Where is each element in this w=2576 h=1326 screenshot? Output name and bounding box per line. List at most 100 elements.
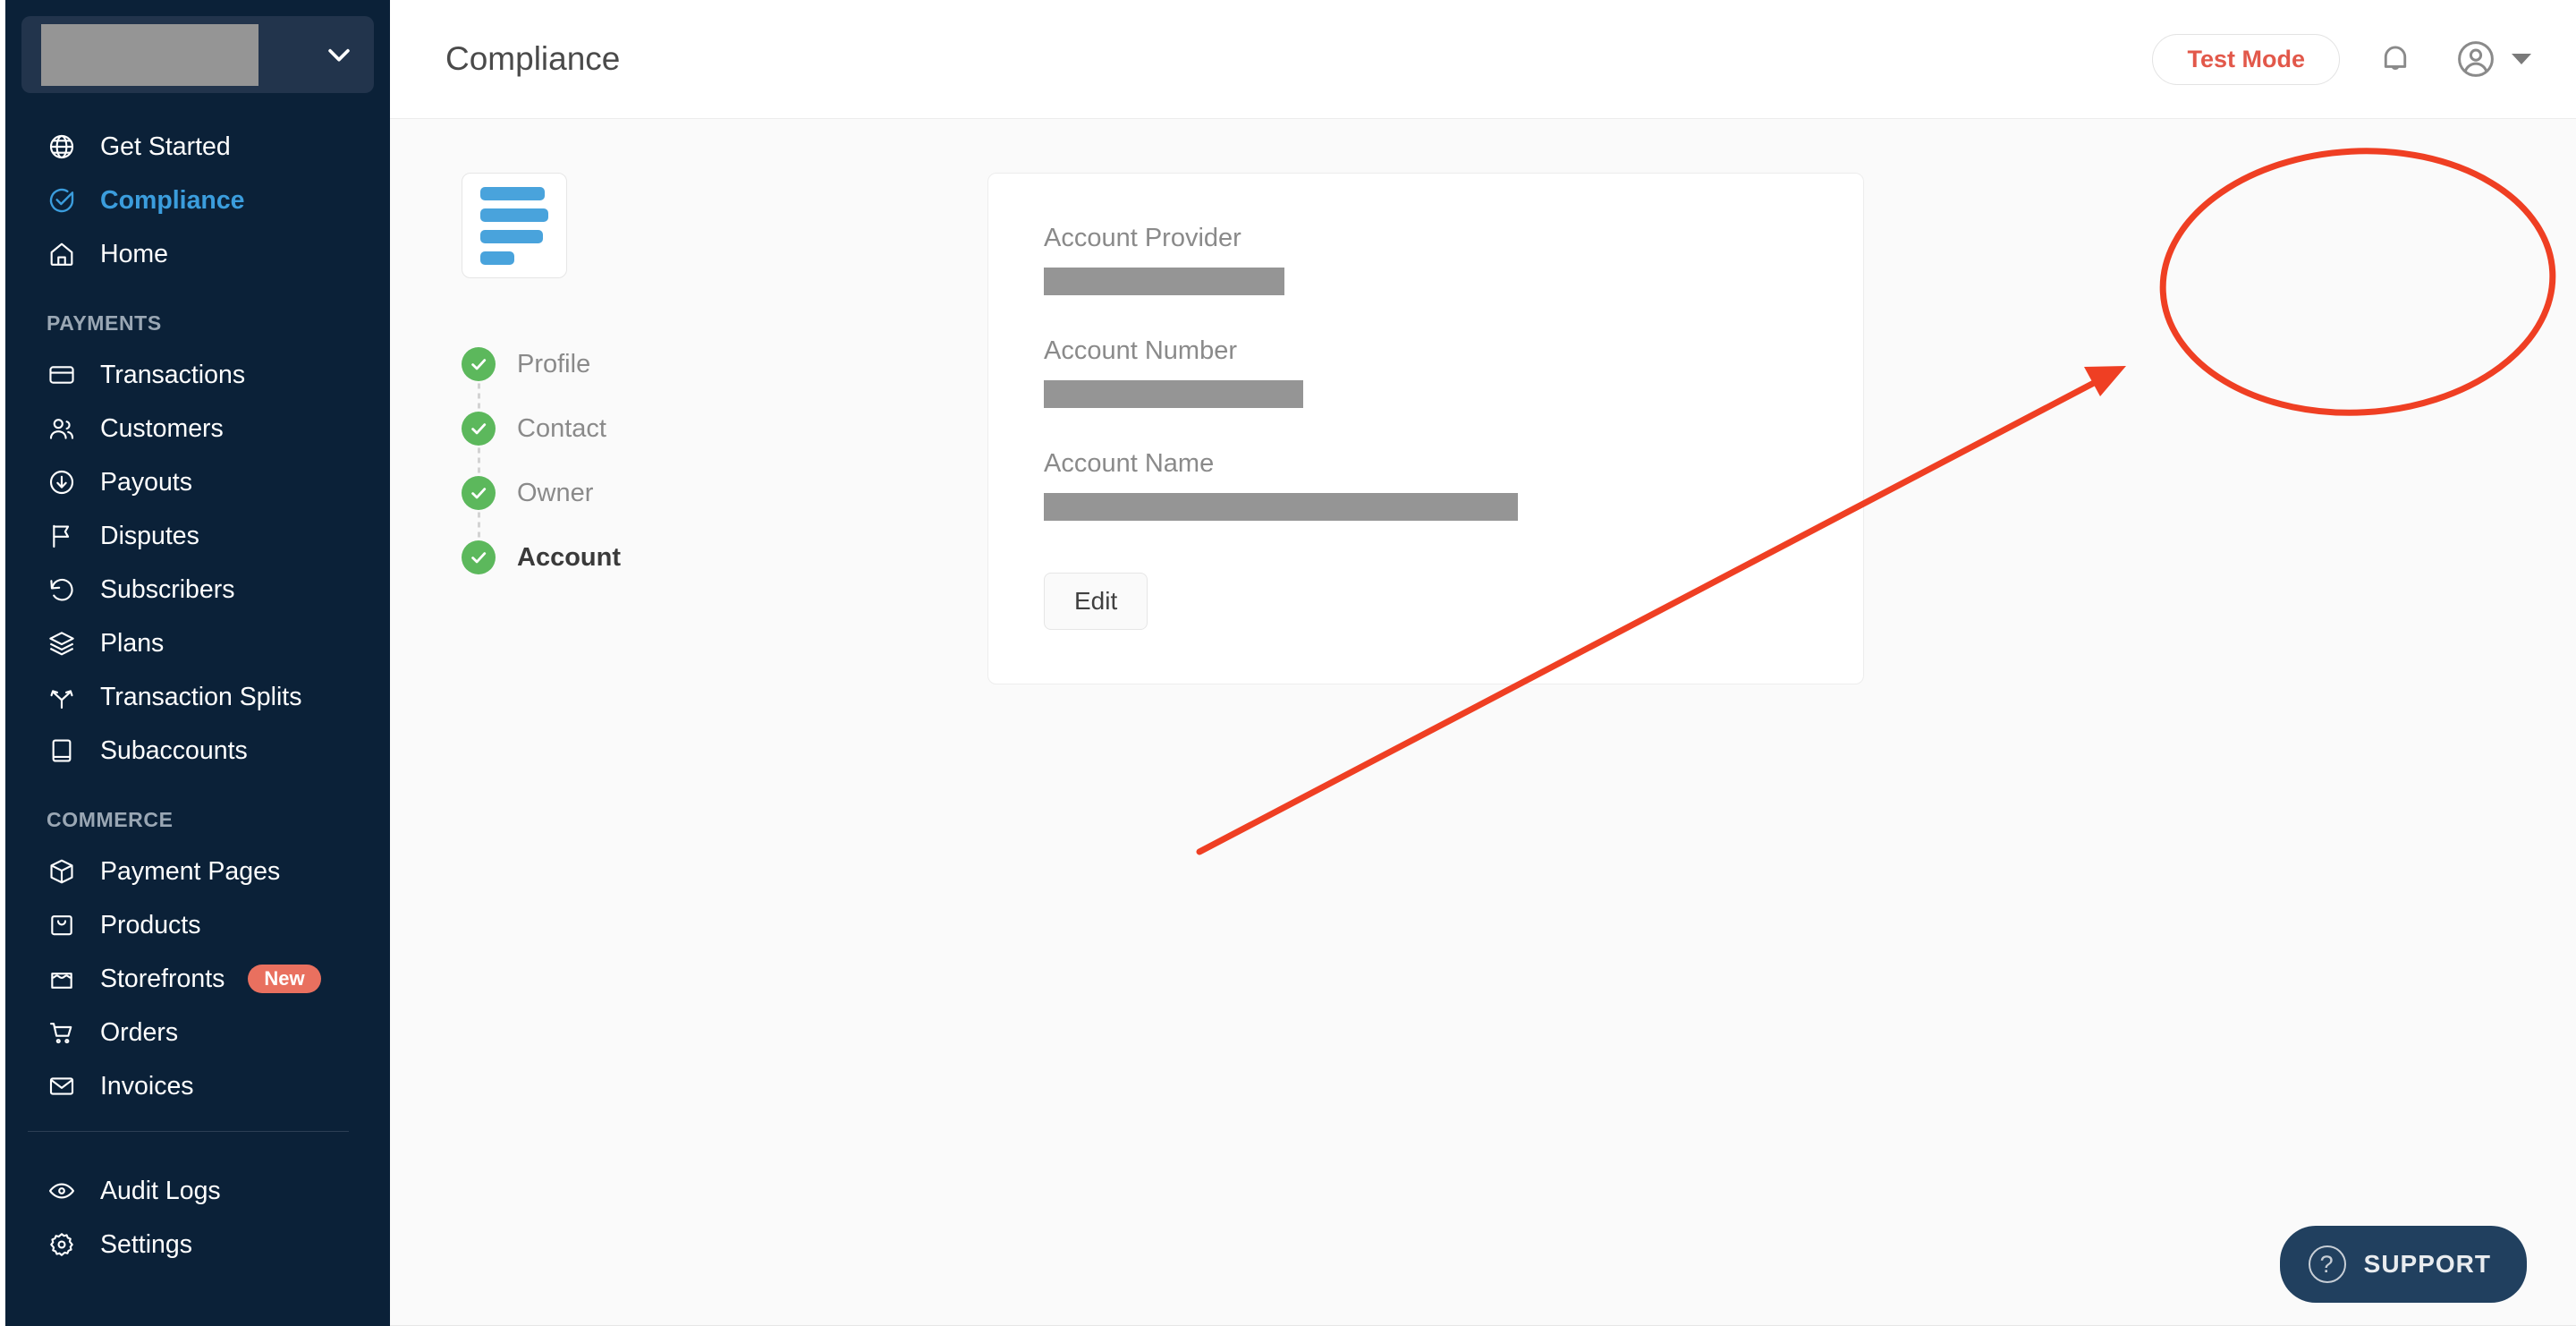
sidebar-item-label: Settings	[100, 1229, 192, 1259]
app-root: Get Started Compliance Home PAYMENTS Tra…	[0, 0, 2576, 1326]
sidebar-item-invoices[interactable]: Invoices	[5, 1059, 390, 1113]
check-icon	[462, 540, 496, 574]
sidebar-item-orders[interactable]: Orders	[5, 1006, 390, 1059]
step-contact[interactable]: Contact	[462, 396, 837, 480]
bag-icon	[47, 910, 77, 940]
cart-icon	[47, 1017, 77, 1048]
bell-icon[interactable]	[2370, 34, 2420, 84]
step-connector	[478, 446, 480, 480]
step-label: Account	[517, 542, 621, 572]
document-lines-icon	[462, 173, 567, 278]
home-icon	[47, 239, 77, 269]
sidebar-item-subscribers[interactable]: Subscribers	[5, 563, 390, 616]
step-account[interactable]: Account	[462, 525, 837, 590]
sidebar-item-transaction-splits[interactable]: Transaction Splits	[5, 670, 390, 724]
sidebar-item-label: Payouts	[100, 467, 192, 497]
top-bar-actions: Test Mode	[2152, 33, 2531, 85]
step-label: Contact	[517, 413, 606, 443]
sidebar-item-settings[interactable]: Settings	[5, 1218, 390, 1271]
field-account-name: Account Name	[1044, 449, 1808, 521]
account-menu[interactable]	[2451, 34, 2531, 84]
account-switcher[interactable]	[21, 16, 374, 93]
box-icon	[47, 856, 77, 887]
sidebar-item-label: Payment Pages	[100, 856, 281, 886]
sidebar-item-get-started[interactable]: Get Started	[5, 120, 390, 174]
sidebar-item-products[interactable]: Products	[5, 898, 390, 952]
field-label: Account Number	[1044, 336, 1237, 365]
step-profile[interactable]: Profile	[462, 332, 837, 415]
field-label: Account Name	[1044, 449, 1215, 478]
user-circle-icon[interactable]	[2451, 34, 2501, 84]
field-label: Account Provider	[1044, 224, 1241, 252]
flag-icon	[47, 521, 77, 551]
compliance-layout: Profile Contact Owner Account Account Pr…	[390, 173, 2576, 684]
main-area: Compliance Test Mode Profile Contact Own…	[390, 0, 2576, 1326]
sidebar-item-label: Orders	[100, 1017, 179, 1047]
sidebar-item-subaccounts[interactable]: Subaccounts	[5, 724, 390, 778]
sidebar-section-payments: PAYMENTS	[47, 311, 162, 335]
split-icon	[47, 682, 77, 712]
users-icon	[47, 413, 77, 444]
field-account-number: Account Number	[1044, 336, 1808, 408]
sidebar-item-payment-pages[interactable]: Payment Pages	[5, 845, 390, 898]
sidebar-item-label: Transaction Splits	[100, 682, 302, 711]
test-mode-badge[interactable]: Test Mode	[2152, 33, 2340, 85]
sidebar-item-disputes[interactable]: Disputes	[5, 509, 390, 563]
check-circle-icon	[47, 185, 77, 216]
sidebar-item-compliance[interactable]: Compliance	[5, 174, 390, 227]
sidebar-item-label: Customers	[100, 413, 224, 443]
step-label: Owner	[517, 478, 594, 507]
sidebar-item-label: Subscribers	[100, 574, 235, 604]
sidebar-divider	[28, 1131, 349, 1132]
content-area: Profile Contact Owner Account Account Pr…	[390, 119, 2576, 1326]
sidebar-item-label: Plans	[100, 628, 165, 658]
card-icon	[47, 360, 77, 390]
sidebar-item-label: Get Started	[100, 132, 231, 161]
sidebar-item-label: Transactions	[100, 360, 246, 389]
sidebar-item-customers[interactable]: Customers	[5, 402, 390, 455]
edit-button[interactable]: Edit	[1044, 573, 1148, 630]
compliance-steps-column: Profile Contact Owner Account	[462, 173, 837, 684]
sidebar-section-commerce: COMMERCE	[47, 808, 174, 831]
sidebar-item-label: Invoices	[100, 1071, 194, 1101]
account-details-card: Account Provider Account Number Account …	[987, 173, 1864, 684]
refresh-icon	[47, 574, 77, 605]
gear-icon	[47, 1229, 77, 1260]
compliance-step-list: Profile Contact Owner Account	[462, 332, 837, 590]
caret-down-icon[interactable]	[2512, 54, 2531, 64]
step-connector	[478, 510, 480, 544]
field-value-redacted	[1044, 268, 1284, 295]
top-bar: Compliance Test Mode	[390, 0, 2576, 119]
sidebar-inner: Get Started Compliance Home PAYMENTS Tra…	[5, 16, 390, 1326]
eye-icon	[47, 1176, 77, 1206]
sidebar-item-plans[interactable]: Plans	[5, 616, 390, 670]
sidebar-item-transactions[interactable]: Transactions	[5, 348, 390, 402]
sidebar: Get Started Compliance Home PAYMENTS Tra…	[0, 0, 390, 1326]
sidebar-item-label: Audit Logs	[100, 1176, 221, 1205]
layers-icon	[47, 628, 77, 659]
step-label: Profile	[517, 349, 591, 378]
book-icon	[47, 735, 77, 766]
sidebar-item-label: Disputes	[100, 521, 199, 550]
check-icon	[462, 412, 496, 446]
sidebar-item-home[interactable]: Home	[5, 227, 390, 281]
field-value-redacted	[1044, 380, 1303, 408]
status-badge-new: New	[248, 965, 321, 993]
check-icon	[462, 347, 496, 381]
check-icon	[462, 476, 496, 510]
question-circle-icon: ?	[2308, 1245, 2346, 1283]
account-name-redacted	[41, 23, 258, 86]
sidebar-item-payouts[interactable]: Payouts	[5, 455, 390, 509]
sidebar-item-audit-logs[interactable]: Audit Logs	[5, 1164, 390, 1218]
sidebar-item-storefronts[interactable]: Storefronts New	[5, 952, 390, 1006]
arrow-down-circle-icon	[47, 467, 77, 497]
sidebar-primary-nav: Get Started Compliance Home PAYMENTS Tra…	[5, 120, 390, 1271]
sidebar-item-label: Compliance	[100, 185, 245, 215]
globe-icon	[47, 132, 77, 162]
support-button[interactable]: ? SUPPORT	[2279, 1226, 2527, 1303]
sidebar-item-label: Storefronts	[100, 964, 225, 993]
chevron-down-icon[interactable]	[324, 39, 354, 70]
field-value-redacted	[1044, 493, 1518, 521]
step-owner[interactable]: Owner	[462, 461, 837, 544]
sidebar-item-label: Products	[100, 910, 201, 939]
